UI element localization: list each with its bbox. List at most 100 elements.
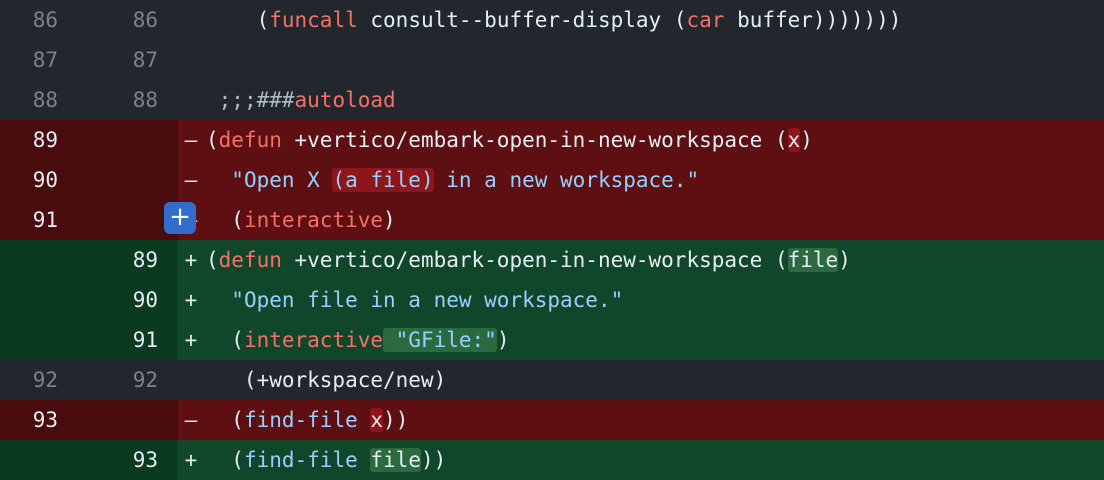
diff-line-add: 89 + (defun +vertico/embark-open-in-new-wo… [0,240,1104,280]
old-line-number[interactable] [0,280,88,320]
code-token: "Open X [231,168,333,192]
code-token: ( [206,328,244,352]
code-token: funcall [269,8,358,32]
addition-marker: + [184,448,198,472]
deletion-marker: – [184,408,198,432]
context-marker [178,0,204,40]
code-token: "Open file in a new workspace." [231,288,624,312]
add-comment-button[interactable]: + [164,202,196,234]
diff-line-del: 91– (interactive)+ [0,200,1104,240]
addition-marker: + [184,328,198,352]
diff-line-del: 89 – (defun +vertico/embark-open-in-new-wo… [0,120,1104,160]
diff-view: 86 86 (funcall consult--buffer-display (c… [0,0,1104,480]
old-line-number[interactable]: 90 [0,160,88,200]
old-line-number[interactable]: 92 [0,360,88,400]
diff-line-add: 90 + "Open file in a new workspace." [0,280,1104,320]
deletion-marker: – [184,128,198,152]
code-token: file [787,248,839,272]
old-line-number[interactable] [0,320,88,360]
diff-line-add: 93 + (find-file file)) [0,440,1104,480]
code-token: ) [496,328,510,352]
code-line: "Open X (a file) in a new workspace." [204,160,1104,200]
code-token: x [787,128,801,152]
old-line-number[interactable] [0,240,88,280]
code-token: consult--buffer-display ( [357,8,687,32]
diff-line-add: 91 + (interactive "GFile:") [0,320,1104,360]
code-token: ( [206,448,244,472]
code-line: (+workspace/new) [204,360,1104,400]
code-token: autoload [294,88,396,112]
old-line-number[interactable]: 93 [0,400,88,440]
code-token: interactive [243,208,384,232]
code-token: (a file) [332,168,434,192]
new-line-number[interactable] [88,120,178,160]
diff-line-ctx: 92 92 (+workspace/new) [0,360,1104,400]
new-line-number[interactable]: 86 [88,0,178,40]
context-marker [178,80,204,120]
addition-marker: + [184,288,198,312]
old-line-number[interactable] [0,440,88,480]
code-line: ;;;###autoload [204,80,1104,120]
code-token: "GFile:" [383,328,497,352]
plus-icon: + [169,202,191,232]
code-token: ) [383,208,396,232]
code-line: "Open file in a new workspace." [204,280,1104,320]
code-token: ;;;### [218,88,295,112]
code-line: (interactive) [204,200,1104,240]
code-token: ) [800,128,813,152]
new-line-number[interactable]: 90 [88,280,178,320]
diff-line-ctx: 88 88 ;;;###autoload [0,80,1104,120]
new-line-number[interactable]: 89 [88,240,178,280]
code-token: file [370,448,421,472]
code-token: (+workspace/new) [206,368,447,392]
new-line-number[interactable]: 88 [88,80,178,120]
new-line-number[interactable]: 87 [88,40,178,80]
code-line: (find-file x)) [204,400,1104,440]
diff-line-ctx: 86 86 (funcall consult--buffer-display (c… [0,0,1104,40]
code-token: ( [206,248,219,272]
code-line: (interactive "GFile:") [204,320,1104,360]
new-line-number[interactable]: 91 [88,320,178,360]
diff-line-del: 93 – (find-file x)) [0,400,1104,440]
code-line: (find-file file)) [204,440,1104,480]
code-token: find-file [243,448,358,472]
old-line-number[interactable]: 86 [0,0,88,40]
old-line-number[interactable]: 88 [0,80,88,120]
diff-line-del: 90 – "Open X (a file) in a new workspace.… [0,160,1104,200]
code-token: )) [420,448,447,472]
code-token: x [370,408,384,432]
code-token: find-file [243,408,358,432]
code-token: ( [206,208,244,232]
new-line-number[interactable]: 92 [88,360,178,400]
code-token: ( [256,8,270,32]
code-token: defun [218,128,282,152]
code-line: (defun +vertico/embark-open-in-new-works… [204,120,1104,160]
new-line-number[interactable]: 93 [88,440,178,480]
deletion-marker: – [184,168,198,192]
code-token: ( [206,408,244,432]
code-token: ) [838,248,851,272]
new-line-number[interactable] [88,160,178,200]
diff-line-ctx: 87 87 [0,40,1104,80]
context-marker [178,360,204,400]
old-line-number[interactable]: 89 [0,120,88,160]
old-line-number[interactable]: 87 [0,40,88,80]
code-token: +vertico/embark-open-in-new-workspace ( [281,248,788,272]
new-line-number[interactable] [88,400,178,440]
code-line: (defun +vertico/embark-open-in-new-works… [204,240,1104,280]
old-line-number[interactable]: 91 [0,200,88,240]
code-token: in a new workspace." [433,168,700,192]
context-marker [178,40,204,80]
code-token: defun [218,248,282,272]
addition-marker: + [184,248,198,272]
code-token: +vertico/embark-open-in-new-workspace ( [281,128,788,152]
code-token: buffer))))))) [724,8,902,32]
code-token: ( [206,128,219,152]
